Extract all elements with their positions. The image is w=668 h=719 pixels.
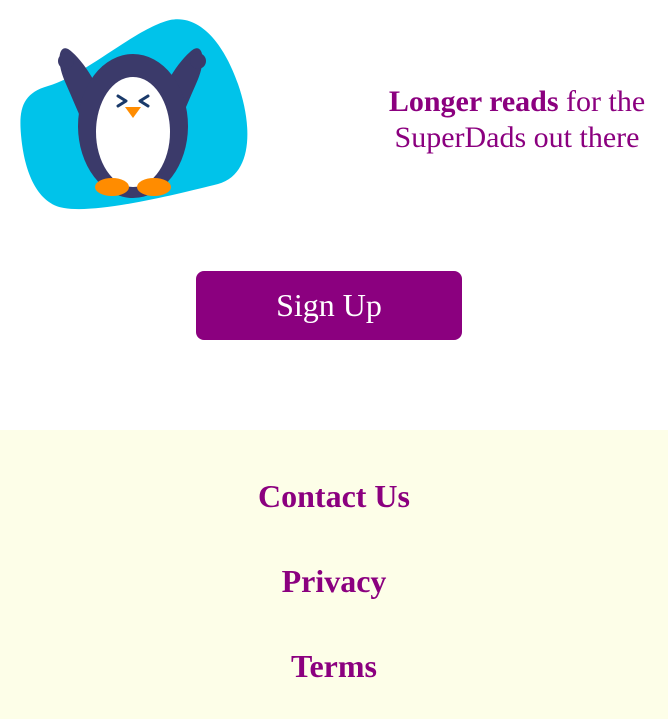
hero-section: Longer reads for the SuperDads out there… bbox=[0, 0, 668, 430]
tagline-bold: Longer reads bbox=[388, 85, 559, 118]
hero-tagline: Longer reads for the SuperDads out there bbox=[372, 84, 662, 156]
footer-link-terms[interactable]: Terms bbox=[0, 646, 668, 686]
footer-link-privacy[interactable]: Privacy bbox=[0, 561, 668, 601]
footer: Contact Us Privacy Terms bbox=[0, 430, 668, 719]
tagline-rest: for the bbox=[558, 85, 646, 118]
page: Longer reads for the SuperDads out there… bbox=[0, 0, 668, 719]
tagline-line2: SuperDads out there bbox=[394, 121, 640, 154]
sign-up-button[interactable]: Sign Up bbox=[196, 271, 462, 340]
penguin-mascot-icon bbox=[20, 19, 248, 210]
footer-link-contact-us[interactable]: Contact Us bbox=[0, 476, 668, 516]
